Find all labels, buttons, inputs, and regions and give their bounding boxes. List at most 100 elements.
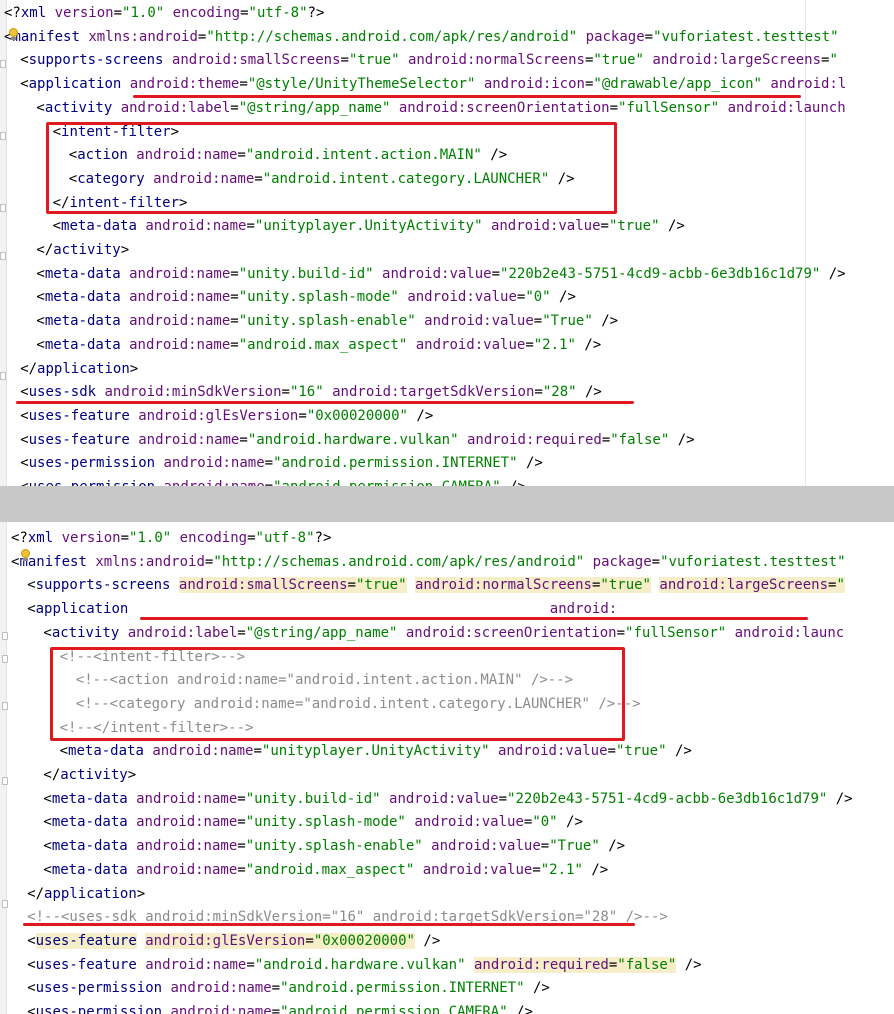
- code-line[interactable]: <uses-permission android:name="android.p…: [27, 977, 550, 1000]
- code-token: supports-screens: [28, 52, 164, 69]
- code-line[interactable]: <meta-data android:name="unity.build-id"…: [36, 263, 845, 286]
- code-token: xml: [20, 5, 47, 21]
- code-line[interactable]: <uses-permission android:name="android.p…: [20, 452, 543, 475]
- image-separator: [0, 486, 894, 522]
- fold-marker-icon[interactable]: [2, 655, 8, 663]
- code-token: =: [340, 52, 349, 69]
- fold-marker-icon[interactable]: [0, 204, 6, 212]
- code-line[interactable]: <supports-screens android:smallScreens="…: [20, 49, 838, 72]
- code-line[interactable]: <uses-feature android:name="android.hard…: [20, 429, 694, 452]
- code-token: "http://schemas.android.com/apk/res/andr…: [206, 28, 578, 45]
- code-token: "unity.splash-enable": [245, 838, 423, 855]
- code-token: =: [113, 5, 123, 21]
- code-token: android:smallScreens: [171, 52, 341, 69]
- code-line[interactable]: <?xml version="1.0" encoding="utf-8"?>: [4, 2, 324, 25]
- code-line[interactable]: <supports-screens android:smallScreens="…: [27, 574, 845, 597]
- code-editor-top[interactable]: <?xml version="1.0" encoding="utf-8"?> <m…: [0, 0, 894, 486]
- code-token: uses-feature: [28, 431, 130, 448]
- code-line[interactable]: <?xml version="1.0" encoding="utf-8"?>: [11, 527, 331, 550]
- code-line[interactable]: </activity>: [43, 764, 136, 787]
- code-token: />: [557, 814, 583, 831]
- code-token: "unity.build-id": [245, 790, 381, 807]
- code-line[interactable]: <meta-data android:name="unity.splash-en…: [36, 310, 618, 333]
- code-token: "true": [348, 52, 400, 69]
- code-line[interactable]: <meta-data android:name="unity.splash-mo…: [36, 286, 576, 309]
- code-token: "fullSensor": [618, 99, 720, 116]
- code-token: <: [20, 479, 28, 486]
- code-token: package: [585, 28, 645, 45]
- code-line[interactable]: <uses-feature android:name="android.hard…: [27, 954, 702, 977]
- fold-marker-icon[interactable]: [0, 252, 6, 260]
- code-editor-bottom[interactable]: <?xml version="1.0" encoding="utf-8"?> <m…: [0, 522, 894, 1014]
- fold-marker-icon[interactable]: [0, 60, 6, 68]
- code-line[interactable]: <meta-data android:name="unity.build-id"…: [43, 788, 852, 811]
- code-line[interactable]: <meta-data android:name="unity.splash-mo…: [43, 811, 583, 834]
- code-line[interactable]: <uses-permission android:name="android.p…: [20, 476, 526, 486]
- code-line[interactable]: <uses-feature android:glEsVersion="0x000…: [20, 405, 433, 428]
- code-line[interactable]: <activity android:label="@string/app_nam…: [36, 97, 845, 120]
- code-line[interactable]: <application android:theme="@style/Unity…: [20, 73, 846, 96]
- code-line[interactable]: </application>: [20, 358, 138, 381]
- code-line[interactable]: <meta-data android:name="unityplayer.Uni…: [53, 215, 685, 238]
- fold-marker-icon[interactable]: [2, 632, 8, 640]
- code-token: =: [230, 99, 239, 116]
- fold-marker-icon[interactable]: [2, 702, 8, 710]
- code-token: android:label: [127, 624, 238, 641]
- code-token: application: [28, 76, 122, 93]
- code-token: meta-data: [44, 313, 121, 330]
- code-token: android:required: [466, 431, 602, 448]
- code-token: =: [230, 313, 239, 330]
- code-token: "unity.splash-mode": [238, 289, 399, 306]
- code-token: version: [61, 530, 121, 546]
- fold-marker-icon[interactable]: [2, 900, 8, 908]
- code-token: android:targetSdkVersion: [332, 384, 535, 401]
- code-line[interactable]: </application>: [27, 883, 145, 906]
- fold-marker-icon[interactable]: [2, 777, 8, 785]
- code-token: =: [239, 431, 248, 448]
- code-token: =: [532, 861, 541, 878]
- code-token: encoding: [172, 5, 241, 21]
- code-line[interactable]: <manifest xmlns:android="http://schemas.…: [4, 26, 839, 49]
- code-token: meta-data: [51, 838, 128, 855]
- code-line[interactable]: <manifest xmlns:android="http://schemas.…: [11, 551, 846, 574]
- code-line[interactable]: <meta-data android:name="android.max_asp…: [36, 334, 601, 357]
- code-token: android:name: [164, 479, 265, 486]
- code-token: android:required: [473, 956, 609, 973]
- code-token: />: [576, 384, 602, 401]
- fold-marker-icon[interactable]: [0, 132, 6, 140]
- code-token: <: [36, 336, 45, 353]
- code-token: <: [43, 790, 52, 807]
- lightbulb-icon[interactable]: [8, 28, 18, 40]
- code-token: android:largeScreens: [652, 52, 821, 69]
- code-line[interactable]: <meta-data android:name="android.max_asp…: [43, 859, 608, 882]
- code-token: <: [20, 76, 29, 93]
- fold-marker-icon[interactable]: [0, 372, 6, 380]
- code-line[interactable]: <uses-feature android:glEsVersion="0x000…: [27, 930, 440, 953]
- code-token: =: [237, 790, 246, 807]
- code-token: <: [27, 1004, 36, 1014]
- code-token: <: [27, 956, 36, 973]
- code-token: <: [43, 814, 52, 831]
- code-line[interactable]: </activity>: [36, 239, 129, 262]
- code-token: android:glEsVersion: [145, 932, 306, 949]
- code-line[interactable]: <uses-permission android:name="android.p…: [27, 1001, 533, 1014]
- code-line[interactable]: <meta-data android:name="unityplayer.Uni…: [60, 740, 692, 763]
- code-token: =: [533, 313, 543, 330]
- code-line[interactable]: <activity android:label="@string/app_nam…: [43, 622, 844, 645]
- code-token: android:value: [431, 838, 541, 855]
- lightbulb-icon[interactable]: [20, 549, 30, 561]
- code-token: uses-permission: [35, 980, 163, 997]
- code-line[interactable]: <meta-data android:name="unity.splash-en…: [43, 835, 625, 858]
- code-token: android:name: [136, 814, 238, 831]
- code-token: "1.0": [129, 530, 172, 546]
